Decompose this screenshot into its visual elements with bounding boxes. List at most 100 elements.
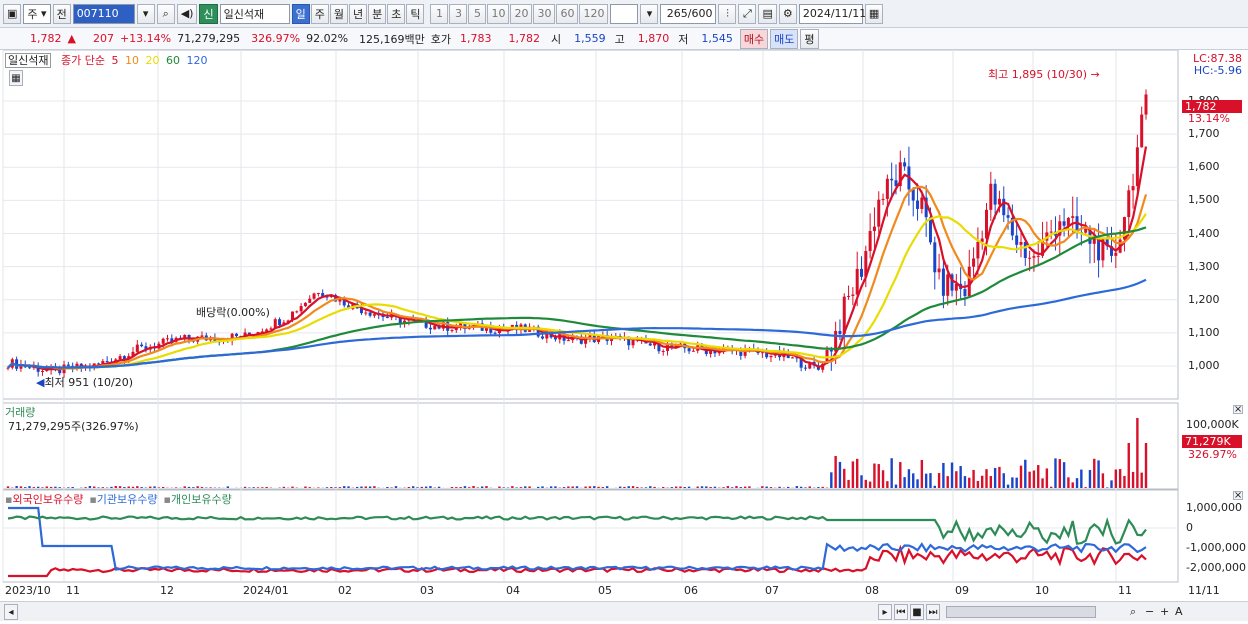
volume-bar	[688, 487, 690, 488]
type-select[interactable]: 주 ▾	[23, 4, 50, 24]
volume-bar	[1037, 465, 1039, 488]
volume-bar	[515, 487, 517, 488]
volume-bar	[485, 486, 487, 488]
minute-button-60[interactable]: 60	[556, 4, 578, 24]
zoom-icon[interactable]: ⌕	[1130, 605, 1136, 619]
volume-bar	[149, 487, 151, 488]
volume-bar	[955, 471, 957, 488]
calculator-icon[interactable]: ▦	[9, 70, 23, 86]
period-button-6[interactable]: 틱	[406, 4, 424, 24]
minute-button-20[interactable]: 20	[510, 4, 532, 24]
volume-bar	[317, 487, 319, 488]
volume-bar	[847, 480, 849, 488]
volume-bar	[309, 487, 311, 488]
period-button-1[interactable]: 주	[311, 4, 329, 24]
candle-body	[877, 200, 880, 227]
volume-close-icon[interactable]: ×	[1233, 405, 1243, 414]
period-button-2[interactable]: 월	[330, 4, 348, 24]
zoom-out-icon[interactable]: −	[1145, 605, 1154, 618]
chart-area[interactable]: 일신석재 종가 단순 5 10 20 60 120 ▦ LC:87.38 HC:…	[0, 50, 1248, 621]
buy-button[interactable]: 매수	[740, 29, 768, 49]
change-arrow: ▲	[65, 32, 79, 45]
gear-icon[interactable]: ⚙	[779, 4, 797, 24]
code-dropdown-icon[interactable]: ▾	[137, 4, 155, 24]
calendar-icon[interactable]: ▦	[865, 4, 883, 24]
candle-body	[1024, 242, 1027, 258]
volume-bar	[705, 486, 707, 488]
prev-button[interactable]: 전	[53, 4, 71, 24]
candle-body	[1050, 232, 1053, 233]
volume-bar	[326, 487, 328, 488]
candle-body	[317, 293, 320, 294]
stop-icon[interactable]: ■	[910, 604, 924, 620]
minute-button-1[interactable]: 1	[430, 4, 448, 24]
volume-bar	[800, 487, 802, 488]
count-field[interactable]: 265/600	[660, 4, 716, 24]
bid-price: 1,782	[495, 32, 544, 45]
period-button-5[interactable]: 초	[387, 4, 405, 24]
date-input[interactable]: 2024/11/11	[799, 4, 863, 24]
volume-bar	[209, 487, 211, 488]
candle-body	[933, 242, 936, 272]
scroll-left-icon[interactable]: ◂	[4, 604, 18, 620]
ma-periods: 5 10 20 60 120	[108, 54, 207, 67]
speaker-icon[interactable]: ◀)	[177, 4, 198, 24]
step-dropdown-icon[interactable]: ▾	[640, 4, 658, 24]
hc-value: HC:-5.96	[1194, 64, 1242, 77]
window-icon[interactable]: ▣	[3, 4, 21, 24]
minute-button-10[interactable]: 10	[487, 4, 509, 24]
candle-body	[295, 311, 298, 312]
volume-bar	[524, 486, 526, 488]
minute-button-30[interactable]: 30	[533, 4, 555, 24]
candle-body	[903, 162, 906, 166]
price-tick: 1,600	[1188, 160, 1220, 173]
scroll-bar[interactable]: ◂ ▸ ⏮ ■ ⏭ ⌕ − + A	[0, 601, 1248, 621]
minute-button-120[interactable]: 120	[579, 4, 608, 24]
candle-body	[1145, 94, 1148, 114]
candle-body	[567, 340, 570, 341]
minute-button-5[interactable]: 5	[468, 4, 486, 24]
candle-body	[976, 242, 979, 259]
candle-body	[97, 363, 100, 364]
forward-icon[interactable]: ⏭	[926, 604, 940, 620]
font-size-icon[interactable]: A	[1175, 605, 1183, 618]
step-input[interactable]	[610, 4, 638, 24]
volume-ratio: 326.97%	[243, 32, 303, 45]
period-button-4[interactable]: 분	[368, 4, 386, 24]
flat-button[interactable]: 평	[800, 29, 818, 49]
search-icon[interactable]: ⌕	[157, 4, 175, 24]
minute-button-3[interactable]: 3	[449, 4, 467, 24]
zoom-in-icon[interactable]: +	[1160, 605, 1169, 618]
indicator-icon[interactable]: ⫶	[718, 4, 736, 24]
period-button-0[interactable]: 일	[292, 4, 310, 24]
volume-bar	[593, 486, 595, 488]
high-label: 고	[609, 31, 628, 47]
chart-canvas[interactable]	[0, 50, 1248, 621]
volume-bar	[878, 464, 880, 488]
holding-close-icon[interactable]: ×	[1233, 491, 1243, 500]
candle-body	[369, 313, 372, 316]
volume-bar	[830, 472, 832, 488]
volume-bar	[908, 469, 910, 488]
volume-bar	[727, 486, 729, 488]
candle-body	[304, 303, 307, 306]
scroll-right-icon[interactable]: ▸	[878, 604, 892, 620]
sell-button[interactable]: 매도	[770, 29, 798, 49]
volume-bar	[1003, 473, 1005, 488]
volume-bar	[1089, 470, 1091, 488]
candle-body	[692, 351, 695, 352]
ma-line-20	[8, 214, 1146, 368]
candle-body	[1007, 215, 1010, 218]
period-button-3[interactable]: 년	[349, 4, 367, 24]
draw-tool-icon[interactable]: ⤢	[738, 4, 756, 24]
candle-body	[890, 179, 893, 181]
scroll-thumb[interactable]	[946, 606, 1096, 618]
save-icon[interactable]: ▤	[758, 4, 776, 24]
candle-body	[989, 184, 992, 210]
volume-bar	[636, 487, 638, 488]
volume-bar	[291, 487, 293, 488]
price-tick: 1,300	[1188, 260, 1220, 273]
volume-bar	[455, 487, 457, 488]
code-input[interactable]: 007110	[73, 4, 135, 24]
rewind-icon[interactable]: ⏮	[894, 604, 908, 620]
